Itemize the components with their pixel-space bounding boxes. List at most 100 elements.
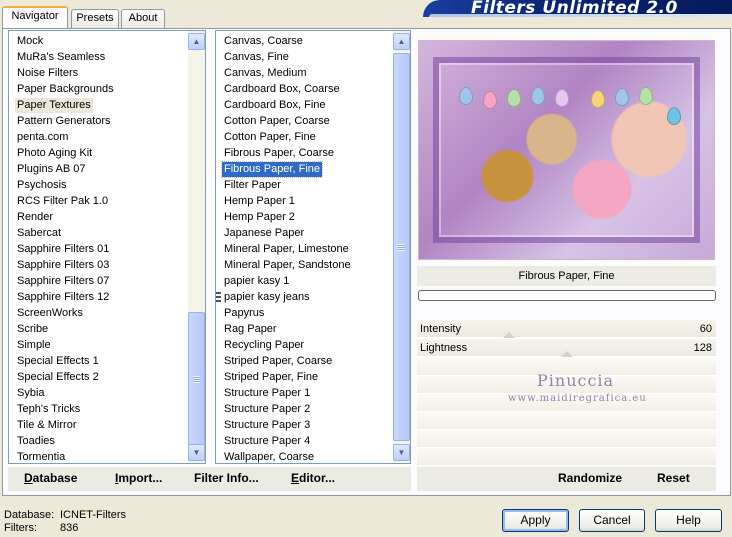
- param-intensity[interactable]: Intensity 60: [417, 320, 716, 338]
- param-lightness[interactable]: Lightness 128: [417, 339, 716, 357]
- item-label: Sapphire Filters 01: [17, 243, 110, 255]
- parameter-toolbar: Randomize Reset: [417, 467, 716, 491]
- item-label: Plugins AB 07: [17, 163, 86, 175]
- filter-item[interactable]: Recycling Paper: [216, 337, 393, 353]
- filter-item[interactable]: Cotton Paper, Fine: [216, 129, 393, 145]
- category-item[interactable]: MuRa's Seamless: [9, 49, 188, 65]
- category-item[interactable]: Special Effects 1: [9, 353, 188, 369]
- item-label: Canvas, Coarse: [224, 35, 303, 47]
- filter-item[interactable]: Mineral Paper, Sandstone: [216, 257, 393, 273]
- filter-item[interactable]: Structure Paper 1: [216, 385, 393, 401]
- category-item[interactable]: Sapphire Filters 12: [9, 289, 188, 305]
- slider-marker[interactable]: [561, 351, 573, 357]
- filter-item[interactable]: Cardboard Box, Coarse: [216, 81, 393, 97]
- import-button[interactable]: Import...: [115, 471, 162, 485]
- chevron-down-icon[interactable]: ▼: [393, 444, 410, 461]
- category-item[interactable]: Simple: [9, 337, 188, 353]
- filter-scrollbar[interactable]: ▲ ▼: [393, 31, 410, 463]
- item-label: Canvas, Fine: [224, 51, 289, 63]
- item-label: Toadies: [17, 435, 55, 447]
- item-label: Recycling Paper: [224, 339, 305, 351]
- filter-item[interactable]: Canvas, Medium: [216, 65, 393, 81]
- param-label: Intensity: [420, 323, 461, 335]
- filter-scroll-thumb[interactable]: [393, 53, 410, 441]
- tab-about[interactable]: About: [121, 9, 165, 28]
- item-label: Structure Paper 4: [224, 435, 311, 447]
- randomize-button[interactable]: Randomize: [558, 471, 622, 485]
- category-item[interactable]: Scribe: [9, 321, 188, 337]
- filter-item[interactable]: papier kasy 1: [216, 273, 393, 289]
- category-item[interactable]: Special Effects 2: [9, 369, 188, 385]
- filter-item[interactable]: Fibrous Paper, Coarse: [216, 145, 393, 161]
- category-item[interactable]: Toadies: [9, 433, 188, 449]
- category-scrollbar[interactable]: ▲ ▼: [188, 31, 205, 463]
- category-item[interactable]: Teph's Tricks: [9, 401, 188, 417]
- item-label: penta.com: [17, 131, 69, 143]
- category-item[interactable]: ScreenWorks: [9, 305, 188, 321]
- tab-navigator[interactable]: Navigator: [2, 6, 68, 28]
- chevron-up-icon[interactable]: ▲: [188, 33, 205, 50]
- category-item[interactable]: Sapphire Filters 07: [9, 273, 188, 289]
- item-label: Sabercat: [17, 227, 62, 239]
- item-label: Wallpaper, Coarse: [224, 451, 315, 463]
- category-item[interactable]: Noise Filters: [9, 65, 188, 81]
- category-item[interactable]: Plugins AB 07: [9, 161, 188, 177]
- filter-item[interactable]: Striped Paper, Fine: [216, 369, 393, 385]
- category-item[interactable]: Psychosis: [9, 177, 188, 193]
- category-item[interactable]: Paper Backgrounds: [9, 81, 188, 97]
- filter-item[interactable]: Structure Paper 4: [216, 433, 393, 449]
- category-item[interactable]: Pattern Generators: [9, 113, 188, 129]
- category-item[interactable]: Photo Aging Kit: [9, 145, 188, 161]
- param-value: 60: [699, 323, 712, 335]
- filter-item[interactable]: Structure Paper 2: [216, 401, 393, 417]
- filter-item[interactable]: Hemp Paper 1: [216, 193, 393, 209]
- category-item[interactable]: penta.com: [9, 129, 188, 145]
- item-label: Psychosis: [17, 179, 67, 191]
- category-item[interactable]: Tile & Mirror: [9, 417, 188, 433]
- filter-item[interactable]: Fibrous Paper, Fine: [216, 161, 393, 178]
- apply-button[interactable]: Apply: [502, 509, 569, 532]
- footer-database: Database:: [4, 509, 54, 521]
- filter-info-button[interactable]: Filter Info...: [194, 471, 259, 485]
- cancel-button[interactable]: Cancel: [579, 509, 645, 532]
- database-button[interactable]: Database: [24, 471, 77, 485]
- filter-item[interactable]: Japanese Paper: [216, 225, 393, 241]
- chevron-down-icon[interactable]: ▼: [188, 444, 205, 461]
- chevron-up-icon[interactable]: ▲: [393, 33, 410, 50]
- category-item[interactable]: Sabercat: [9, 225, 188, 241]
- filter-item[interactable]: Rag Paper: [216, 321, 393, 337]
- category-item[interactable]: Sapphire Filters 03: [9, 257, 188, 273]
- category-item[interactable]: Paper Textures: [9, 97, 188, 113]
- filter-item[interactable]: Striped Paper, Coarse: [216, 353, 393, 369]
- filter-item[interactable]: Mineral Paper, Limestone: [216, 241, 393, 257]
- filter-item[interactable]: Filter Paper: [216, 177, 393, 193]
- category-item[interactable]: RCS Filter Pak 1.0: [9, 193, 188, 209]
- filter-item[interactable]: papier kasy jeans: [216, 289, 393, 305]
- reset-button[interactable]: Reset: [657, 471, 690, 485]
- help-button[interactable]: Help: [655, 509, 722, 532]
- filter-item[interactable]: Wallpaper, Coarse: [216, 449, 393, 463]
- category-list[interactable]: Mock MuRa's Seamless Noise Filters Paper Ba…: [8, 30, 206, 464]
- tab-presets[interactable]: Presets: [71, 9, 119, 28]
- category-scroll-thumb[interactable]: [188, 312, 205, 445]
- filter-item[interactable]: Canvas, Fine: [216, 49, 393, 65]
- slider-marker[interactable]: [502, 332, 515, 338]
- filter-item[interactable]: Cotton Paper, Coarse: [216, 113, 393, 129]
- filter-item[interactable]: Structure Paper 3: [216, 417, 393, 433]
- filter-item[interactable]: Hemp Paper 2: [216, 209, 393, 225]
- item-label: ScreenWorks: [17, 307, 83, 319]
- filter-item[interactable]: Canvas, Coarse: [216, 33, 393, 49]
- category-item[interactable]: Tormentia: [9, 449, 188, 463]
- filter-item[interactable]: Cardboard Box, Fine: [216, 97, 393, 113]
- filter-item[interactable]: Papyrus: [216, 305, 393, 321]
- editor-button[interactable]: Editor...: [291, 471, 335, 485]
- item-label: Structure Paper 2: [224, 403, 311, 415]
- category-item[interactable]: Sybia: [9, 385, 188, 401]
- category-item[interactable]: Sapphire Filters 01: [9, 241, 188, 257]
- navigator-toolbar: Database Import... Filter Info... Editor…: [8, 467, 411, 491]
- filter-list[interactable]: Canvas, Coarse Canvas, Fine Canvas, Medium…: [215, 30, 411, 464]
- drag-handle-icon: [216, 292, 221, 302]
- item-label: Mock: [17, 35, 44, 47]
- category-item[interactable]: Render: [9, 209, 188, 225]
- category-item[interactable]: Mock: [9, 33, 188, 49]
